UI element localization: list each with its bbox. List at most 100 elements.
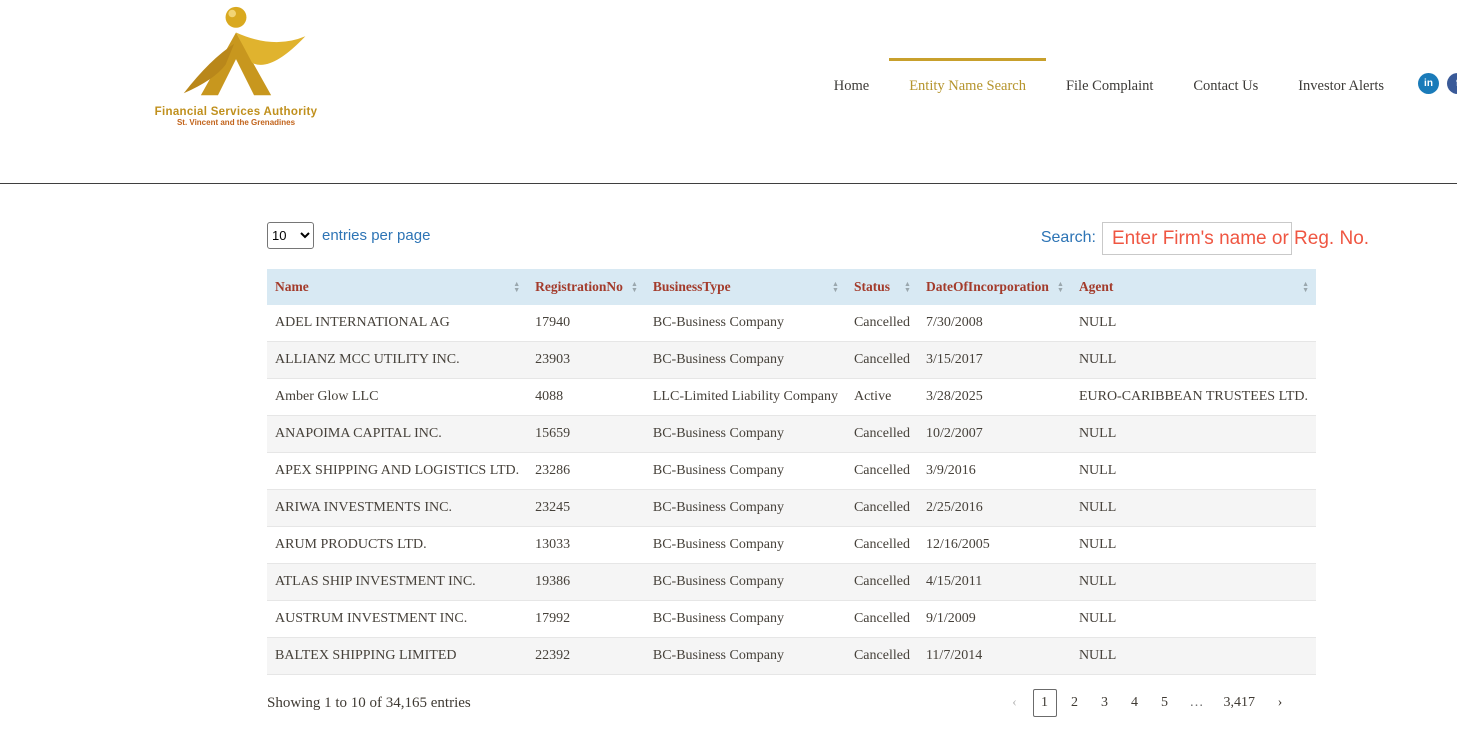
table-cell: BC-Business Company bbox=[645, 305, 846, 342]
table-controls: 10 entries per page Search: Enter Firm's… bbox=[267, 222, 1292, 255]
table-cell: NULL bbox=[1071, 342, 1316, 379]
pagination-page-3417[interactable]: 3,417 bbox=[1217, 690, 1263, 716]
table-cell: Amber Glow LLC bbox=[267, 379, 527, 416]
table-cell: BC-Business Company bbox=[645, 342, 846, 379]
search-label: Search: bbox=[1041, 229, 1096, 247]
table-cell: Active bbox=[846, 379, 918, 416]
nav-contact-us[interactable]: Contact Us bbox=[1173, 58, 1278, 109]
sort-icon bbox=[832, 281, 839, 293]
table-body: ADEL INTERNATIONAL AG17940BC-Business Co… bbox=[267, 305, 1316, 675]
sort-icon bbox=[1302, 281, 1309, 293]
table-cell: ATLAS SHIP INVESTMENT INC. bbox=[267, 564, 527, 601]
pagination-page-5[interactable]: 5 bbox=[1153, 690, 1177, 716]
table-cell: BC-Business Company bbox=[645, 638, 846, 675]
search-control: Search: Enter Firm's name or Reg. No. bbox=[1041, 222, 1292, 255]
sort-icon bbox=[904, 281, 911, 293]
table-cell: BC-Business Company bbox=[645, 601, 846, 638]
table-cell: 17940 bbox=[527, 305, 645, 342]
table-row: AUSTRUM INVESTMENT INC.17992BC-Business … bbox=[267, 601, 1316, 638]
table-cell: BC-Business Company bbox=[645, 490, 846, 527]
table-cell: 15659 bbox=[527, 416, 645, 453]
table-cell: Cancelled bbox=[846, 490, 918, 527]
table-cell: BC-Business Company bbox=[645, 453, 846, 490]
nav-investor-alerts[interactable]: Investor Alerts bbox=[1278, 58, 1404, 109]
pagination-ellipsis: … bbox=[1183, 690, 1211, 716]
table-cell: NULL bbox=[1071, 601, 1316, 638]
table-cell: 13033 bbox=[527, 527, 645, 564]
table-cell: 9/1/2009 bbox=[918, 601, 1071, 638]
table-row: ADEL INTERNATIONAL AG17940BC-Business Co… bbox=[267, 305, 1316, 342]
entries-per-page-select[interactable]: 10 bbox=[267, 222, 314, 249]
table-footer: Showing 1 to 10 of 34,165 entries ‹12345… bbox=[267, 689, 1292, 717]
pagination-page-3[interactable]: 3 bbox=[1093, 690, 1117, 716]
site-header: Financial Services Authority St. Vincent… bbox=[0, 0, 1457, 184]
table-row: ARUM PRODUCTS LTD.13033BC-Business Compa… bbox=[267, 527, 1316, 564]
table-cell: 4/15/2011 bbox=[918, 564, 1071, 601]
logo-graphic bbox=[161, 4, 311, 99]
column-header-agent[interactable]: Agent bbox=[1071, 269, 1316, 305]
table-row: APEX SHIPPING AND LOGISTICS LTD.23286BC-… bbox=[267, 453, 1316, 490]
search-placeholder: Enter Firm's name or Reg. No. bbox=[1112, 228, 1369, 250]
column-header-label: DateOfIncorporation bbox=[926, 279, 1049, 294]
table-row: BALTEX SHIPPING LIMITED22392BC-Business … bbox=[267, 638, 1316, 675]
facebook-icon[interactable]: f bbox=[1447, 73, 1457, 94]
table-cell: BALTEX SHIPPING LIMITED bbox=[267, 638, 527, 675]
table-cell: ALLIANZ MCC UTILITY INC. bbox=[267, 342, 527, 379]
results-count: Showing 1 to 10 of 34,165 entries bbox=[267, 695, 471, 712]
sort-icon bbox=[513, 281, 520, 293]
linkedin-icon[interactable]: in bbox=[1418, 73, 1439, 94]
entity-search-content: 10 entries per page Search: Enter Firm's… bbox=[267, 222, 1292, 717]
fsa-logo: Financial Services Authority St. Vincent… bbox=[148, 4, 324, 127]
pagination: ‹12345…3,417› bbox=[1003, 689, 1293, 717]
column-header-registrationno[interactable]: RegistrationNo bbox=[527, 269, 645, 305]
table-cell: Cancelled bbox=[846, 601, 918, 638]
table-cell: ANAPOIMA CAPITAL INC. bbox=[267, 416, 527, 453]
nav-entity-name-search[interactable]: Entity Name Search bbox=[889, 58, 1046, 109]
table-cell: 2/25/2016 bbox=[918, 490, 1071, 527]
table-cell: ADEL INTERNATIONAL AG bbox=[267, 305, 527, 342]
column-header-status[interactable]: Status bbox=[846, 269, 918, 305]
pagination-prev[interactable]: ‹ bbox=[1003, 690, 1027, 716]
pagination-page-2[interactable]: 2 bbox=[1063, 690, 1087, 716]
table-cell: BC-Business Company bbox=[645, 416, 846, 453]
table-row: ATLAS SHIP INVESTMENT INC.19386BC-Busine… bbox=[267, 564, 1316, 601]
table-cell: BC-Business Company bbox=[645, 527, 846, 564]
table-cell: NULL bbox=[1071, 453, 1316, 490]
table-cell: APEX SHIPPING AND LOGISTICS LTD. bbox=[267, 453, 527, 490]
search-input[interactable]: Enter Firm's name or Reg. No. bbox=[1102, 222, 1292, 255]
table-cell: ARIWA INVESTMENTS INC. bbox=[267, 490, 527, 527]
table-cell: AUSTRUM INVESTMENT INC. bbox=[267, 601, 527, 638]
table-cell: 17992 bbox=[527, 601, 645, 638]
pagination-page-1[interactable]: 1 bbox=[1033, 689, 1057, 717]
entities-table: Name RegistrationNo BusinessType Status … bbox=[267, 269, 1316, 675]
pagination-page-4[interactable]: 4 bbox=[1123, 690, 1147, 716]
entries-per-page-label: entries per page bbox=[322, 227, 430, 244]
nav-file-complaint[interactable]: File Complaint bbox=[1046, 58, 1173, 109]
table-cell: NULL bbox=[1071, 416, 1316, 453]
header-right: Home Entity Name Search File Complaint C… bbox=[814, 58, 1457, 109]
table-cell: 23286 bbox=[527, 453, 645, 490]
pagination-next[interactable]: › bbox=[1268, 690, 1292, 716]
table-cell: NULL bbox=[1071, 305, 1316, 342]
table-cell: Cancelled bbox=[846, 416, 918, 453]
table-cell: NULL bbox=[1071, 490, 1316, 527]
table-cell: Cancelled bbox=[846, 527, 918, 564]
logo-subtitle: St. Vincent and the Grenadines bbox=[148, 118, 324, 127]
table-cell: 12/16/2005 bbox=[918, 527, 1071, 564]
table-cell: EURO-CARIBBEAN TRUSTEES LTD. bbox=[1071, 379, 1316, 416]
table-cell: NULL bbox=[1071, 564, 1316, 601]
table-cell: Cancelled bbox=[846, 342, 918, 379]
column-header-label: RegistrationNo bbox=[535, 279, 623, 294]
sort-icon bbox=[1057, 281, 1064, 293]
table-cell: 10/2/2007 bbox=[918, 416, 1071, 453]
table-cell: Cancelled bbox=[846, 305, 918, 342]
table-cell: 19386 bbox=[527, 564, 645, 601]
column-header-name[interactable]: Name bbox=[267, 269, 527, 305]
table-header-row: Name RegistrationNo BusinessType Status … bbox=[267, 269, 1316, 305]
column-header-businesstype[interactable]: BusinessType bbox=[645, 269, 846, 305]
nav-home[interactable]: Home bbox=[814, 58, 889, 109]
column-header-dateofincorporation[interactable]: DateOfIncorporation bbox=[918, 269, 1071, 305]
table-cell: 11/7/2014 bbox=[918, 638, 1071, 675]
table-cell: 3/9/2016 bbox=[918, 453, 1071, 490]
entries-per-page-control: 10 entries per page bbox=[267, 222, 430, 249]
